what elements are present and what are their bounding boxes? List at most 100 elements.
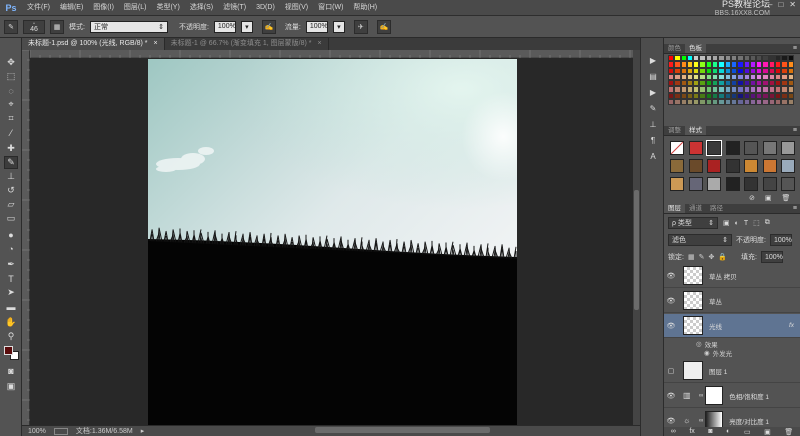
tab-swatches[interactable]: 色板 — [685, 44, 706, 53]
menu-item[interactable]: 视图(V) — [280, 0, 313, 16]
tab-adjustments[interactable]: 调整 — [664, 126, 685, 135]
filter-type-icon[interactable]: T — [744, 220, 748, 227]
color-swatch[interactable] — [787, 99, 794, 106]
layer-row[interactable]: 👁 草丛 — [664, 289, 800, 313]
eye-icon[interactable]: 👁 — [664, 417, 678, 425]
clone-source-panel-icon[interactable]: ⊥ — [646, 118, 660, 130]
menu-item[interactable]: 图像(I) — [88, 0, 119, 16]
horizontal-ruler[interactable] — [29, 50, 633, 59]
zoom-tool-icon[interactable]: ⚲ — [4, 330, 18, 343]
layer-mask-thumbnail[interactable] — [705, 386, 724, 405]
fill-input[interactable]: 100% — [761, 251, 783, 263]
minimize-button[interactable]: – — [768, 0, 772, 9]
flow-dropdown-button[interactable]: ▾ — [332, 20, 345, 33]
effect-item-row[interactable]: ◉ 外发光 — [664, 348, 800, 358]
style-preset[interactable] — [762, 177, 777, 191]
tab-channels[interactable]: 通道 — [685, 204, 706, 213]
shape-tool-icon[interactable]: ▬ — [4, 300, 18, 313]
close-button[interactable]: ✕ — [789, 0, 796, 9]
dodge-tool-icon[interactable]: ◔ — [4, 242, 18, 255]
new-style-icon[interactable]: ▣ — [765, 194, 772, 202]
filter-adjustment-icon[interactable]: ◐ — [735, 220, 739, 227]
link-layers-icon[interactable]: ∞ — [671, 428, 676, 435]
lock-transparent-icon[interactable]: ▦ — [688, 253, 695, 261]
menu-item[interactable]: 3D(D) — [251, 0, 280, 16]
marquee-tool-icon[interactable]: ⬚ — [4, 70, 18, 83]
pressure-size-icon[interactable]: ✍ — [376, 19, 391, 34]
menu-item[interactable]: 滤镜(T) — [218, 0, 251, 16]
style-preset[interactable] — [781, 177, 795, 191]
quick-mask-icon[interactable]: ◙ — [4, 364, 18, 377]
new-layer-icon[interactable]: ▣ — [764, 428, 771, 436]
type-tool-icon[interactable]: T — [4, 272, 18, 285]
tab-color[interactable]: 颜色 — [664, 44, 685, 53]
lock-pixels-icon[interactable]: ✎ — [699, 253, 705, 261]
tab-untitled-1-psd[interactable]: 未标题-1.psd @ 100% (光线, RGB/8) * × — [22, 38, 165, 50]
menu-item[interactable]: 帮助(H) — [348, 0, 382, 16]
gradient-tool-icon[interactable]: ▭ — [4, 212, 18, 225]
add-layer-style-icon[interactable]: fx — [689, 428, 694, 435]
style-preset[interactable] — [688, 159, 703, 173]
style-preset[interactable] — [744, 177, 758, 191]
style-preset[interactable] — [670, 159, 684, 173]
style-preset[interactable] — [707, 177, 721, 191]
layer-effects-badge[interactable]: fx — [789, 322, 794, 329]
brush-tool-icon[interactable]: ✎ — [4, 19, 18, 34]
eye-icon[interactable]: 👁 — [664, 297, 678, 305]
style-preset[interactable] — [762, 159, 777, 173]
style-preset[interactable] — [688, 141, 703, 155]
eye-icon[interactable]: 👁 — [664, 392, 678, 400]
eye-hidden-icon[interactable]: ▢ — [664, 367, 678, 375]
airbrush-icon[interactable]: ✈ — [353, 19, 368, 34]
style-preset[interactable] — [725, 177, 740, 191]
style-preset[interactable] — [688, 177, 703, 191]
pen-tool-icon[interactable]: ✒ — [4, 258, 18, 271]
status-menu-arrow-icon[interactable]: ▸ — [141, 427, 145, 435]
screen-mode-icon[interactable]: ▣ — [4, 380, 18, 393]
style-preset[interactable] — [781, 159, 795, 173]
maximize-button[interactable]: □ — [778, 0, 783, 9]
delete-style-icon[interactable]: 🗑 — [782, 194, 791, 202]
opacity-dropdown-button[interactable]: ▾ — [240, 20, 253, 33]
path-select-tool-icon[interactable]: ➤ — [4, 286, 18, 299]
style-preset[interactable] — [707, 159, 721, 173]
tab-close-icon[interactable]: × — [153, 40, 157, 47]
tab-layers[interactable]: 图层 — [664, 204, 685, 213]
menu-item[interactable]: 窗口(W) — [313, 0, 348, 16]
history-panel-icon[interactable]: ▶ — [646, 54, 660, 66]
eye-icon[interactable]: ◉ — [704, 349, 710, 357]
tab-untitled-1-gradient[interactable]: 未标题-1 @ 66.7% (渐变填充 1, 图层蒙版/8) * × — [165, 38, 329, 50]
style-preset[interactable] — [762, 141, 777, 155]
panel-menu-icon[interactable]: ≡ — [793, 204, 797, 214]
blend-mode-select[interactable]: 滤色 ⇕ — [668, 234, 732, 246]
new-adjustment-layer-icon[interactable]: ◐ — [726, 428, 730, 435]
document-canvas[interactable] — [148, 59, 517, 426]
vertical-ruler[interactable] — [22, 49, 30, 425]
tab-close-icon[interactable]: × — [317, 40, 321, 47]
lasso-tool-icon[interactable]: ◌ — [4, 84, 18, 97]
style-preset[interactable] — [781, 141, 795, 155]
properties-panel-icon[interactable]: ▤ — [646, 70, 660, 82]
menu-item[interactable]: 选择(S) — [185, 0, 218, 16]
style-preset[interactable] — [670, 177, 684, 191]
panel-menu-icon[interactable]: ≡ — [793, 126, 797, 136]
clone-stamp-tool-icon[interactable]: ⊥ — [4, 170, 18, 183]
brush-panel-icon[interactable]: ✎ — [646, 102, 660, 114]
blur-tool-icon[interactable]: ● — [4, 228, 18, 241]
filter-shape-icon[interactable]: ⬚ — [753, 219, 760, 227]
style-preset[interactable] — [706, 140, 722, 156]
move-tool-icon[interactable]: ✥ — [4, 56, 18, 69]
eye-icon[interactable]: 👁 — [664, 272, 678, 280]
lock-all-icon[interactable]: 🔒 — [718, 253, 727, 261]
style-preset[interactable] — [744, 141, 758, 155]
menu-item[interactable]: 图层(L) — [119, 0, 152, 16]
menu-item[interactable]: 文件(F) — [22, 0, 55, 16]
brush-panel-toggle-icon[interactable]: ▦ — [50, 19, 64, 34]
filter-pixel-icon[interactable]: ▣ — [723, 219, 730, 227]
delete-layer-icon[interactable]: 🗑 — [784, 428, 793, 436]
layer-opacity-input[interactable]: 100% — [769, 234, 792, 246]
foreground-color-swatch[interactable] — [4, 346, 13, 355]
quick-select-tool-icon[interactable]: ⌖ — [4, 98, 18, 111]
healing-brush-tool-icon[interactable]: ✚ — [4, 142, 18, 155]
history-brush-tool-icon[interactable]: ↺ — [4, 184, 18, 197]
